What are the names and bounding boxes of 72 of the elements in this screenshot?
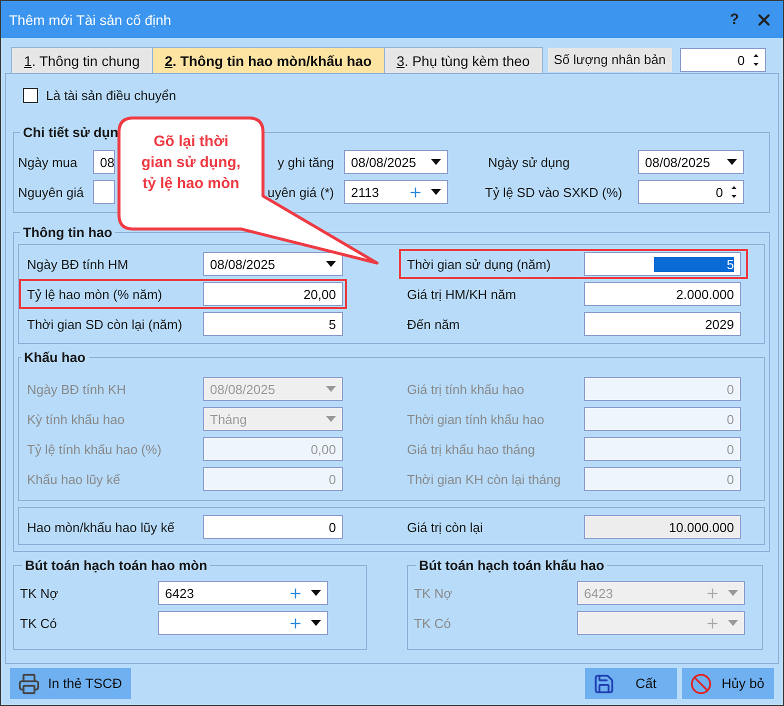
tab[interactable]: 1. Thông tin chung — [11, 47, 153, 73]
field-label: TK Có — [414, 616, 452, 630]
dropdown-arrow-icon[interactable] — [727, 159, 737, 165]
field-label: Tỷ lệ hao mòn (% năm) — [27, 286, 164, 302]
dropdown-arrow-icon[interactable] — [431, 159, 441, 165]
input-field[interactable] — [93, 180, 115, 204]
spin-field[interactable]: 0 — [638, 180, 744, 204]
field-label: Nguyên giá — [18, 184, 85, 200]
input-field[interactable]: 0 — [203, 515, 343, 539]
field-label: Đến năm — [407, 316, 461, 332]
field-label: Thời gian KH còn lại tháng — [407, 472, 562, 486]
cancel-icon — [690, 672, 712, 694]
cancel-button[interactable]: Hủy bỏ — [682, 668, 774, 699]
input-field[interactable]: 2.000.000 — [584, 282, 741, 306]
date-picker[interactable]: 08/08/2025 — [344, 150, 448, 174]
input-field[interactable]: 2029 — [584, 312, 741, 336]
field-label: Ngày mua — [18, 154, 78, 170]
field-label: Khấu hao lũy kế — [27, 472, 122, 486]
field-label: Giá trị HM/KH năm — [407, 286, 518, 302]
date-picker[interactable]: 08/08/2025 — [203, 252, 343, 276]
field-label: Tỷ lệ tính khấu hao (%) — [27, 442, 162, 456]
input-field[interactable]: 10.000.000 — [584, 515, 741, 539]
field-label: Thời gian SD còn lại (năm) — [27, 316, 184, 332]
dropdown-arrow-icon[interactable] — [431, 189, 441, 195]
field-label: Giá trị khấu hao tháng — [407, 442, 536, 456]
field-label: Ngày BĐ tính HM — [27, 256, 130, 272]
input-field[interactable]: 5 — [584, 252, 741, 276]
field-label: Thời gian tính khấu hao — [407, 412, 546, 426]
add-icon[interactable] — [288, 616, 303, 630]
field-label: TK Nợ — [20, 586, 60, 600]
input-field[interactable]: 20,00 — [203, 282, 343, 306]
dropdown-arrow-icon[interactable] — [311, 590, 321, 596]
field-label: TK Có — [20, 616, 58, 630]
group-title: Khấu hao — [23, 350, 87, 365]
add-icon[interactable] — [408, 184, 423, 200]
help-button[interactable]: ? — [730, 11, 739, 28]
field-label: Ngày BĐ tính KH — [27, 382, 127, 396]
date-picker[interactable]: 08/08/2025 — [638, 150, 744, 174]
group-title: Bút toán hạch toán hao mòn — [24, 558, 208, 573]
spin-arrows-icon[interactable] — [731, 185, 737, 199]
printer-icon — [18, 672, 40, 694]
input-field[interactable]: 5 — [203, 312, 343, 336]
field-label: Ngày sử dụng — [487, 154, 571, 170]
dropdown-arrow-icon[interactable] — [311, 620, 321, 626]
field-label: uyên giá (*) — [268, 184, 334, 200]
spin-field[interactable]: 0 — [680, 48, 766, 72]
tab[interactable]: 2. Thông tin hao mòn/khấu hao — [152, 47, 385, 73]
field-label: y ghi tăng — [278, 154, 334, 170]
add-icon[interactable] — [288, 586, 303, 600]
field-label: TK Nợ — [414, 586, 454, 600]
print-button[interactable]: In thẻ TSCĐ — [10, 668, 131, 699]
window-title: Thêm mới Tài sản cố định — [9, 12, 172, 28]
field-label: Tỷ lệ SD vào SXKD (%) — [484, 184, 624, 200]
group-title: Bút toán hạch toán khấu hao — [418, 558, 606, 573]
spin-arrows-icon[interactable] — [752, 53, 759, 67]
checkbox-label: Là tài sản điều chuyển — [46, 88, 176, 103]
input-field[interactable]: 08 — [93, 150, 115, 174]
field-label: Kỳ tính khấu hao — [27, 412, 126, 426]
save-button[interactable]: Cất — [585, 668, 677, 699]
field-label: Thời gian sử dụng (năm) — [407, 256, 552, 272]
account-combo[interactable]: 6423 — [158, 581, 328, 605]
checkbox[interactable] — [23, 88, 38, 103]
dropdown-arrow-icon[interactable] — [326, 261, 336, 267]
field-label: Giá trị còn lại — [407, 520, 484, 534]
group-title: Thông tin hao — [22, 225, 114, 240]
tooltip-text: Gõ lại thời gian sử dụng, tỷ lệ hao mòn — [140, 132, 242, 194]
copies-label: Số lượng nhân bản — [548, 48, 672, 72]
field-label: Hao mòn/khấu hao lũy kế — [27, 520, 176, 534]
group-title: Chi tiết sử dụn — [22, 125, 120, 140]
field-label: Giá trị tính khấu hao — [407, 382, 526, 396]
tab[interactable]: 3. Phụ tùng kèm theo — [384, 47, 543, 73]
account-combo[interactable]: 2113 — [344, 180, 448, 204]
